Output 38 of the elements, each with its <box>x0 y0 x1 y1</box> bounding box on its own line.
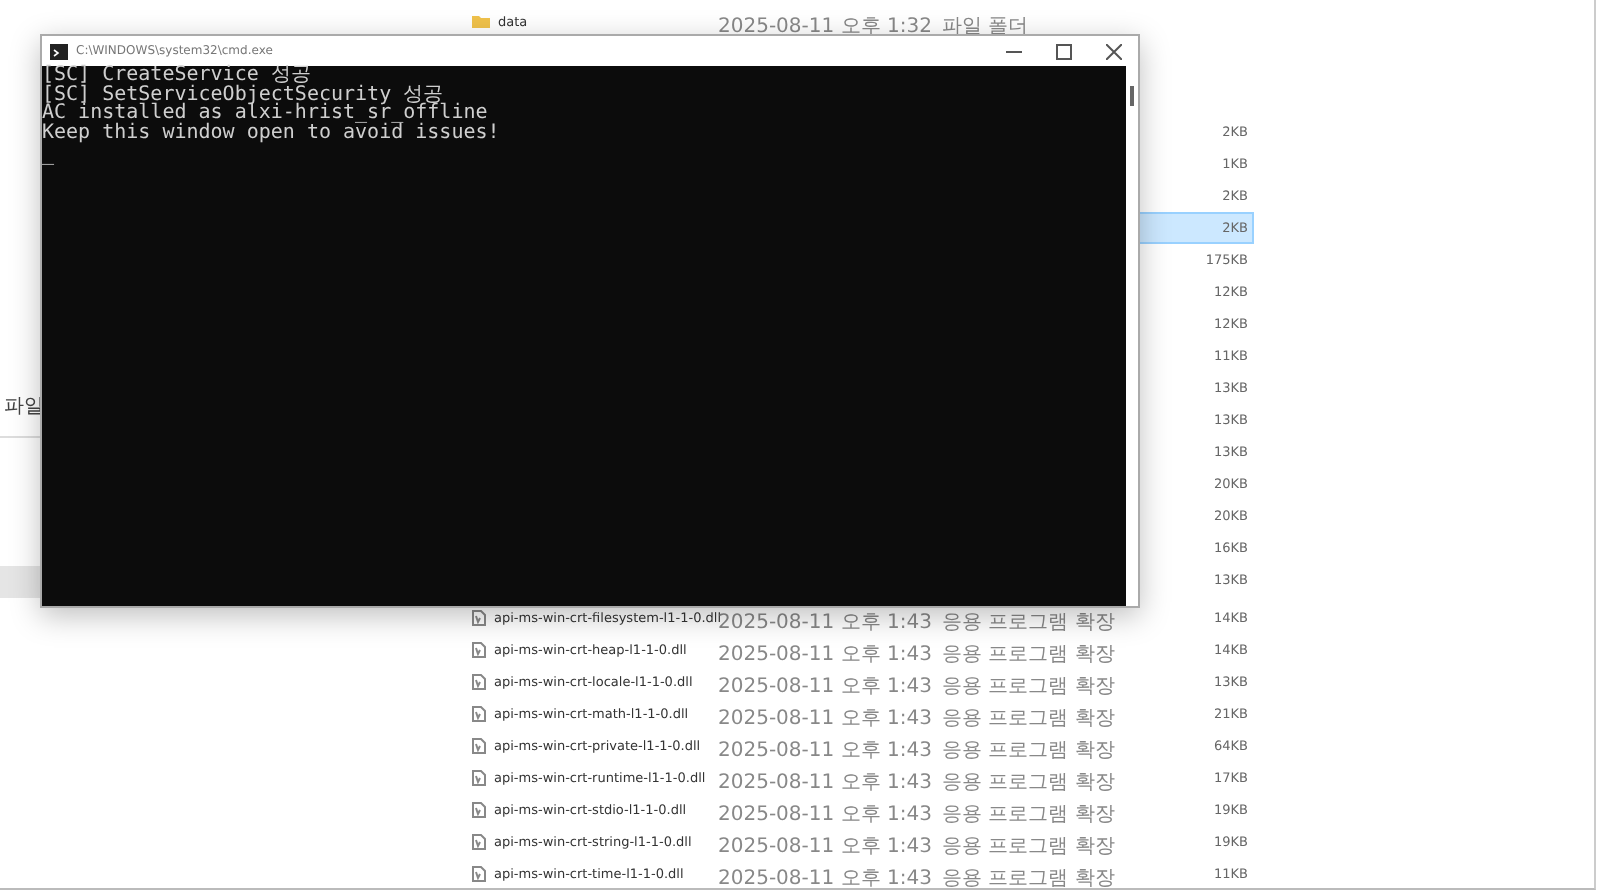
file-type: 응용 프로그램 확장 <box>942 676 1115 698</box>
maximize-icon <box>1056 43 1072 59</box>
file-type: 응용 프로그램 확장 <box>942 804 1115 826</box>
file-type: 응용 프로그램 확장 <box>942 772 1115 794</box>
file-date: 2025-08-11 오후 1:43 <box>718 804 932 826</box>
folder-icon <box>472 14 490 28</box>
file-icon <box>472 801 486 817</box>
console-line: Keep this window open to avoid issues! <box>42 123 500 143</box>
file-icon <box>472 673 486 689</box>
file-date: 2025-08-11 오후 1:43 <box>718 644 932 666</box>
file-date: 2025-08-11 오후 1:43 <box>718 772 932 794</box>
file-type: 파일 폴더 <box>942 16 1029 38</box>
close-icon <box>1106 43 1122 59</box>
console-line: AC installed as alxi-hrist_sr_offline <box>42 104 488 124</box>
file-type: 응용 프로그램 확장 <box>942 708 1115 730</box>
file-type: 응용 프로그램 확장 <box>942 644 1115 666</box>
file-date: 2025-08-11 오후 1:43 <box>718 612 932 634</box>
file-icon <box>472 833 486 849</box>
file-type: 응용 프로그램 확장 <box>942 868 1115 890</box>
file-type: 응용 프로그램 확장 <box>942 612 1115 634</box>
file-date: 2025-08-11 오후 1:43 <box>718 836 932 858</box>
file-date: 2025-08-11 오후 1:43 <box>718 708 932 730</box>
file-icon <box>472 769 486 785</box>
file-type: 응용 프로그램 확장 <box>942 740 1115 762</box>
file-type: 응용 프로그램 확장 <box>942 836 1115 858</box>
file-icon <box>472 641 486 657</box>
scrollbar-thumb[interactable] <box>1130 86 1134 106</box>
file-icon <box>472 865 486 881</box>
file-icon <box>472 705 486 721</box>
file-date: 2025-08-11 오후 1:43 <box>718 676 932 698</box>
console-line: [SC] SetServiceObjectSecurity 성공 <box>42 85 444 105</box>
file-date: 2025-08-11 오후 1:32 <box>718 16 932 38</box>
text-cursor: _ <box>42 146 55 166</box>
file-icon <box>472 737 486 753</box>
console-line: [SC] CreateService 성공 <box>42 66 311 86</box>
file-date: 2025-08-11 오후 1:43 <box>718 740 932 762</box>
terminal-icon <box>50 43 68 59</box>
file-date: 2025-08-11 오후 1:43 <box>718 868 932 890</box>
